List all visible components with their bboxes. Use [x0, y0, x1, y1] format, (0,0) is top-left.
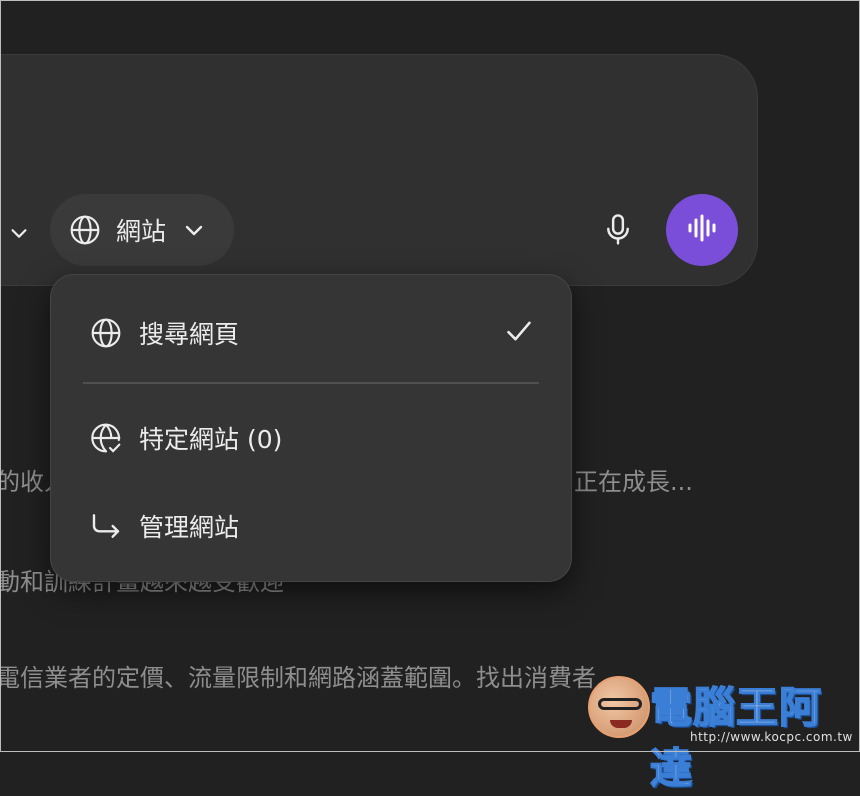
source-selector-label: 網站 — [116, 217, 167, 246]
menu-item-label: 搜尋網頁 — [139, 320, 240, 349]
chevron-down-icon — [180, 216, 208, 244]
source-dropdown-menu: 搜尋網頁 特定網站 (0) 管理網站 — [50, 274, 572, 582]
globe-icon — [89, 316, 123, 350]
voice-waveform-icon — [685, 213, 719, 247]
mascot-face-icon — [588, 676, 650, 738]
globe-check-icon — [89, 421, 123, 455]
arrow-corner-down-right-icon — [89, 509, 123, 543]
checkmark-icon — [503, 315, 535, 347]
microphone-icon[interactable] — [598, 210, 638, 250]
watermark-url: http://www.kocpc.com.tw — [690, 730, 853, 744]
menu-item-specific-sites[interactable]: 特定網站 (0) — [89, 420, 282, 456]
voice-mode-button[interactable] — [666, 194, 738, 266]
watermark-logo: 電腦王阿達 http://www.kocpc.com.tw — [586, 660, 858, 794]
menu-divider — [83, 382, 539, 384]
globe-icon — [68, 213, 102, 247]
menu-item-label: 管理網站 — [139, 513, 240, 542]
menu-item-label: 特定網站 (0) — [139, 425, 283, 454]
suggestion-text[interactable]: 電信業者的定價、流量限制和網路涵蓋範圍。找出消費者... — [0, 658, 619, 693]
source-selector-button[interactable]: 網站 — [50, 194, 234, 266]
suggestion-text[interactable]: 正在成長... — [574, 462, 693, 497]
chevron-down-icon[interactable] — [4, 218, 34, 248]
menu-item-manage-sites[interactable]: 管理網站 — [89, 508, 239, 544]
menu-item-search-web[interactable]: 搜尋網頁 — [89, 315, 239, 351]
